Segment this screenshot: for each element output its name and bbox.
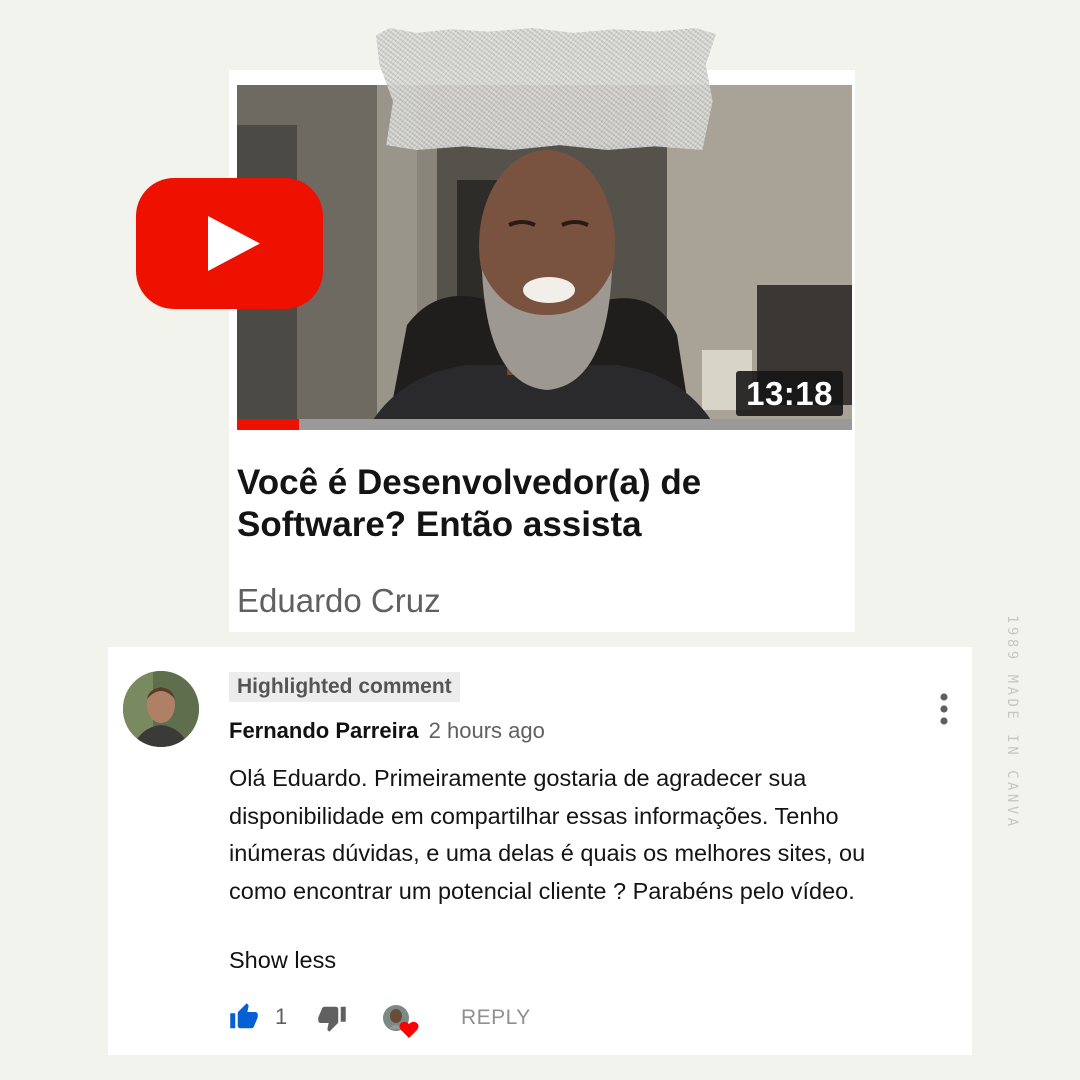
- comment-text: Olá Eduardo. Primeiramente gostaria de a…: [229, 765, 866, 904]
- thumbs-up-icon[interactable]: [229, 1002, 259, 1032]
- creator-heart-icon[interactable]: [381, 1003, 423, 1039]
- more-vertical-icon[interactable]: [934, 691, 954, 731]
- video-title[interactable]: Você é Desenvolvedor(a) de Software? Ent…: [237, 462, 837, 546]
- thumbs-down-icon[interactable]: [317, 1003, 347, 1033]
- video-duration: 13:18: [736, 371, 843, 416]
- channel-name[interactable]: Eduardo Cruz: [237, 582, 441, 620]
- comment-timestamp[interactable]: 2 hours ago: [429, 718, 545, 743]
- comment-author[interactable]: Fernando Parreira: [229, 718, 419, 743]
- avatar[interactable]: [123, 671, 199, 747]
- like-count: 1: [275, 1004, 288, 1029]
- watermark-text: 1989 MADE IN CANVA: [1004, 615, 1020, 830]
- comment-author-line: Fernando Parreira 2 hours ago: [229, 718, 545, 744]
- comment-actions: 1 REPLY: [229, 1000, 629, 1038]
- video-progress-bar[interactable]: [237, 419, 852, 430]
- video-progress-fill: [237, 419, 299, 430]
- video-card[interactable]: 13:18 Você é Desenvolvedor(a) de Softwar…: [229, 70, 855, 632]
- tape-decoration: [376, 28, 716, 150]
- reply-button[interactable]: REPLY: [461, 1006, 531, 1030]
- comment-card: Highlighted comment Fernando Parreira 2 …: [108, 647, 972, 1055]
- youtube-play-icon: [136, 178, 323, 309]
- show-less-button[interactable]: Show less: [229, 947, 336, 974]
- highlighted-comment-badge: Highlighted comment: [229, 672, 460, 702]
